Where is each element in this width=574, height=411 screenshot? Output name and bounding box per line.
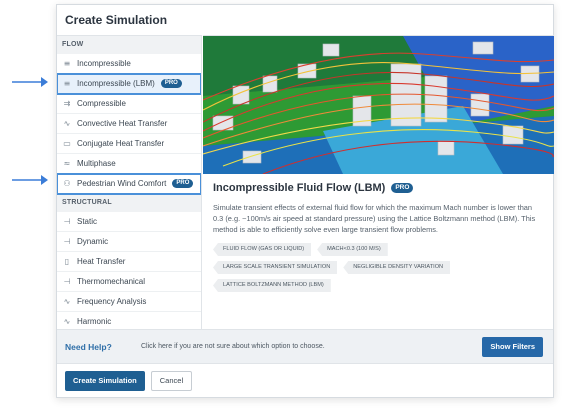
feature-tags: FLUID FLOW (GAS OR LIQUID) MACH<0.3 (100 …	[213, 243, 513, 297]
simulation-detail: Incompressible Fluid Flow (LBM) PRO Simu…	[203, 35, 554, 329]
dialog-footer: Create Simulation Cancel	[57, 363, 553, 397]
incompressible-icon: ≡	[63, 59, 71, 68]
sim-type-item[interactable]: ⊣ Thermomechanical	[57, 272, 201, 292]
thermometer-icon: ▯	[64, 257, 70, 266]
sim-type-label: Heat Transfer	[77, 257, 126, 266]
multiphase-icon: ≈	[63, 159, 71, 168]
help-hint-text[interactable]: Click here if you are not sure about whi…	[141, 343, 325, 350]
sim-type-label: Multiphase	[77, 159, 116, 168]
static-icon: ⊣	[63, 217, 71, 226]
cancel-button[interactable]: Cancel	[150, 370, 193, 391]
sim-type-label: Thermomechanical	[77, 277, 146, 286]
sim-type-item[interactable]: ⊣ Dynamic	[57, 232, 201, 252]
sim-type-item[interactable]: ⚇ Pedestrian Wind Comfort PRO	[57, 173, 201, 195]
sim-type-label: Harmonic	[77, 317, 112, 326]
frequency-icon: ∿	[63, 297, 71, 306]
lbm-icon: ≡	[63, 79, 71, 88]
sim-type-label: Compressible	[77, 99, 126, 108]
sim-type-label: Pedestrian Wind Comfort	[77, 179, 167, 188]
sim-type-item[interactable]: ≡ Incompressible	[57, 54, 201, 74]
dynamic-icon: ⊣	[63, 237, 71, 246]
flow-preview-image	[203, 36, 554, 174]
sim-type-label: Frequency Analysis	[77, 297, 147, 306]
section-header: FLOW	[57, 36, 201, 54]
need-help-link[interactable]: Need Help?	[65, 342, 141, 352]
sim-type-item[interactable]: ⇉ Compressible	[57, 94, 201, 114]
create-simulation-button[interactable]: Create Simulation	[65, 370, 145, 391]
feature-tag: LATTICE BOLTZMANN METHOD (LBM)	[213, 279, 331, 292]
section-header: STRUCTURAL	[57, 194, 201, 212]
sim-type-label: Static	[77, 217, 98, 226]
convective-heat-icon: ∿	[63, 119, 71, 128]
sim-type-item[interactable]: ∿ Frequency Analysis	[57, 292, 201, 312]
pedestrian-wind-icon: ⚇	[63, 179, 71, 188]
help-bar: Need Help? Click here if you are not sur…	[57, 329, 553, 363]
detail-description: Simulate transient effects of external f…	[213, 203, 536, 234]
sim-type-label: Dynamic	[77, 237, 109, 246]
sim-type-item[interactable]: ▯ Heat Transfer	[57, 252, 201, 272]
sim-type-item[interactable]: ⊣ Static	[57, 212, 201, 232]
thermomechanical-icon: ⊣	[63, 277, 71, 286]
harmonic-icon: ∿	[63, 317, 71, 326]
show-filters-button[interactable]: Show Filters	[482, 336, 543, 357]
sim-type-label: Incompressible	[77, 59, 131, 68]
feature-tag: MACH<0.3 (100 M/S)	[317, 243, 388, 256]
sim-type-label: Conjugate Heat Transfer	[77, 139, 165, 148]
sim-type-item[interactable]: ▭ Conjugate Heat Transfer	[57, 134, 201, 154]
create-simulation-dialog: Create Simulation FLOW ≡ Incompressible ≡ In…	[56, 4, 554, 398]
pro-badge: PRO	[172, 179, 194, 188]
sim-type-item[interactable]: ∿ Convective Heat Transfer	[57, 114, 201, 134]
feature-tag: NEGLIGIBLE DENSITY VARIATION	[343, 261, 451, 274]
feature-tag: LARGE SCALE TRANSIENT SIMULATION	[213, 261, 338, 274]
annotation-arrow-icon	[12, 76, 48, 88]
simulation-type-list: FLOW ≡ Incompressible ≡ Incompressible (LBM)…	[57, 35, 202, 329]
detail-title: Incompressible Fluid Flow (LBM)	[213, 182, 386, 194]
conjugate-heat-icon: ▭	[63, 139, 71, 148]
pro-badge: PRO	[160, 79, 182, 88]
sim-type-item[interactable]: ≡ Incompressible (LBM) PRO	[57, 73, 201, 95]
sim-type-item[interactable]: ≈ Multiphase	[57, 154, 201, 174]
compressible-icon: ⇉	[63, 99, 71, 108]
pro-badge: PRO	[391, 183, 414, 193]
feature-tag: FLUID FLOW (GAS OR LIQUID)	[213, 243, 312, 256]
sim-type-item[interactable]: ∿ Harmonic	[57, 312, 201, 329]
sim-type-label: Incompressible (LBM)	[77, 79, 155, 88]
annotation-arrow-icon	[12, 174, 48, 186]
dialog-title: Create Simulation	[65, 13, 168, 27]
sim-type-label: Convective Heat Transfer	[77, 119, 168, 128]
